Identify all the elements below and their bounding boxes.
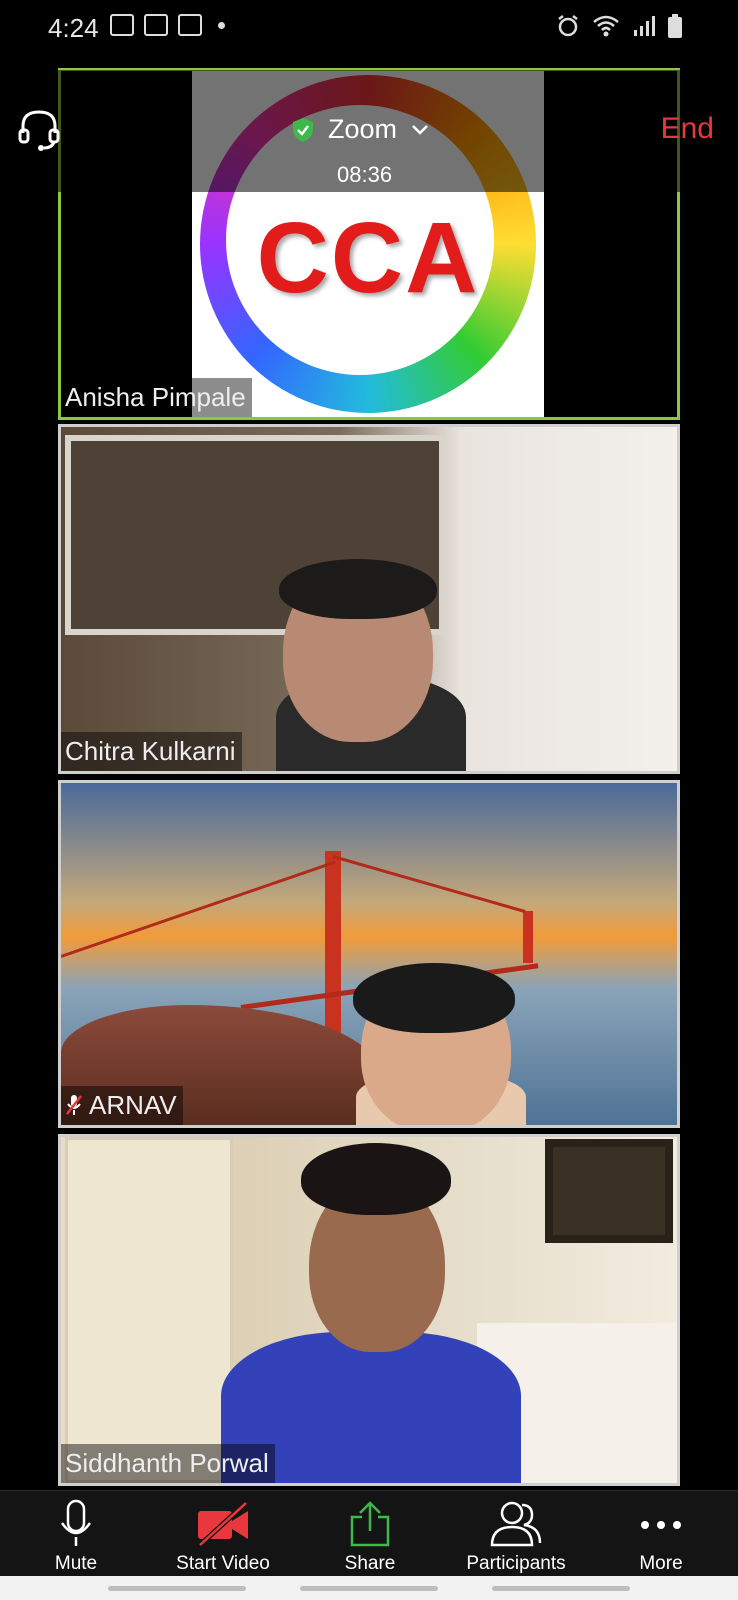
gmail-notification-icon <box>144 14 168 36</box>
participant-name: Anisha Pimpale <box>61 378 252 417</box>
mic-muted-icon <box>66 1095 82 1115</box>
system-navigation-bar <box>0 1576 738 1600</box>
background-picture-frame <box>545 1139 673 1243</box>
voicemail-notification-icon <box>178 14 202 36</box>
wifi-icon <box>593 15 619 37</box>
status-bar: 4:24 <box>0 0 738 58</box>
share-arrow-icon <box>350 1501 390 1547</box>
nav-home-handle[interactable] <box>300 1586 438 1591</box>
nav-back-handle[interactable] <box>492 1586 630 1591</box>
share-button[interactable]: Share <box>330 1491 410 1577</box>
gallery-notification-icon <box>110 14 134 36</box>
participants-button[interactable]: Participants <box>458 1491 574 1577</box>
participants-icon <box>490 1501 542 1547</box>
shield-check-icon <box>293 117 313 142</box>
mute-button[interactable]: Mute <box>40 1491 112 1577</box>
mute-label: Mute <box>54 1553 98 1574</box>
headphones-icon[interactable] <box>16 106 62 152</box>
alarm-icon <box>558 15 578 37</box>
meeting-header: Zoom 08:36 End <box>0 70 738 192</box>
meeting-title-dropdown[interactable]: Zoom <box>292 114 429 145</box>
meeting-timer: 08:36 <box>337 162 393 187</box>
end-meeting-button[interactable]: End <box>661 112 714 146</box>
start-video-button[interactable]: Start Video <box>168 1491 278 1577</box>
participant-name: ARNAV <box>89 1090 177 1120</box>
participants-label: Participants <box>466 1553 566 1574</box>
share-label: Share <box>344 1553 396 1574</box>
participant-name: Chitra Kulkarni <box>61 732 242 771</box>
participant-name: Siddhanth Porwal <box>61 1444 275 1483</box>
more-button[interactable]: More <box>626 1491 696 1577</box>
start-video-label: Start Video <box>176 1553 270 1574</box>
video-tile-3[interactable]: ARNAV <box>58 780 680 1128</box>
microphone-icon <box>60 1499 92 1546</box>
logo-text: CCA <box>256 202 480 314</box>
video-tile-4[interactable]: Siddhanth Porwal <box>58 1134 680 1486</box>
notification-icons <box>110 14 225 36</box>
meeting-title: Zoom <box>328 114 398 144</box>
meeting-toolbar: Mute Start Video Share Participants More <box>0 1490 738 1576</box>
more-dots-icon <box>641 1521 681 1529</box>
signal-icon <box>634 16 655 36</box>
nav-recent-handle[interactable] <box>108 1586 246 1591</box>
video-off-icon <box>198 1501 248 1547</box>
video-tile-2[interactable]: Chitra Kulkarni <box>58 424 680 774</box>
participant-name-row: ARNAV <box>61 1086 183 1125</box>
background-door <box>65 1137 233 1483</box>
system-icons <box>556 14 682 38</box>
status-time: 4:24 <box>48 13 99 43</box>
battery-icon <box>668 14 682 38</box>
more-label: More <box>639 1553 683 1574</box>
chevron-down-icon <box>412 124 428 135</box>
more-notifications-dot-icon <box>218 21 225 29</box>
